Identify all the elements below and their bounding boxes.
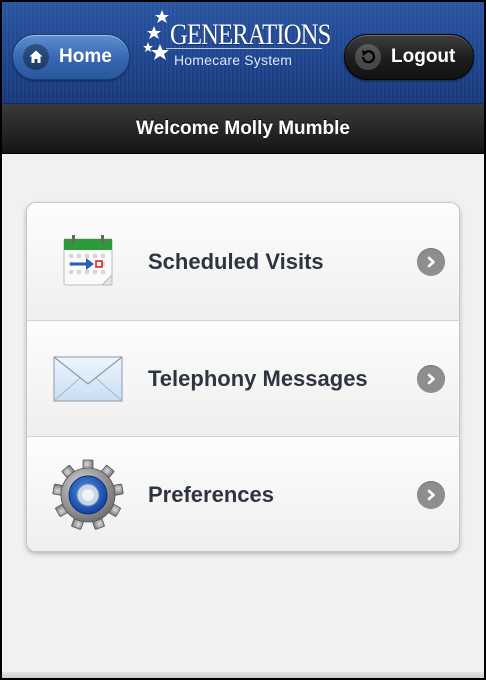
logout-icon (355, 44, 381, 70)
top-bar: Home GENERATIONS Homecare System Logout (2, 2, 484, 104)
menu-item-telephony-messages[interactable]: Telephony Messages (27, 320, 459, 436)
menu-item-scheduled-visits[interactable]: Scheduled Visits (27, 203, 459, 320)
logo-subtitle: Homecare System (174, 52, 293, 68)
logout-button[interactable]: Logout (344, 34, 474, 80)
home-icon (23, 44, 49, 70)
chevron-right-icon (417, 480, 445, 509)
envelope-icon (51, 347, 125, 411)
welcome-bar: Welcome Molly Mumble (2, 104, 484, 154)
app-frame: Home GENERATIONS Homecare System Logout (2, 2, 484, 678)
gear-icon (51, 459, 125, 530)
home-button[interactable]: Home (12, 34, 130, 80)
chevron-right-icon (417, 364, 445, 393)
main-menu: Scheduled Visits Telephony Messages Pref… (26, 202, 460, 552)
menu-item-preferences[interactable]: Preferences (27, 436, 459, 551)
home-button-label: Home (59, 46, 112, 67)
chevron-right-icon (417, 247, 445, 276)
calendar-icon (51, 230, 125, 294)
footer-divider (2, 672, 484, 678)
logo-title: GENERATIONS (170, 18, 331, 51)
menu-item-label: Telephony Messages (148, 365, 368, 391)
logout-button-label: Logout (391, 46, 456, 67)
generations-logo: GENERATIONS Homecare System (140, 8, 331, 74)
logo-divider (166, 48, 322, 49)
welcome-text: Welcome Molly Mumble (136, 117, 350, 139)
menu-item-label: Preferences (148, 481, 274, 507)
menu-item-label: Scheduled Visits (148, 248, 324, 274)
